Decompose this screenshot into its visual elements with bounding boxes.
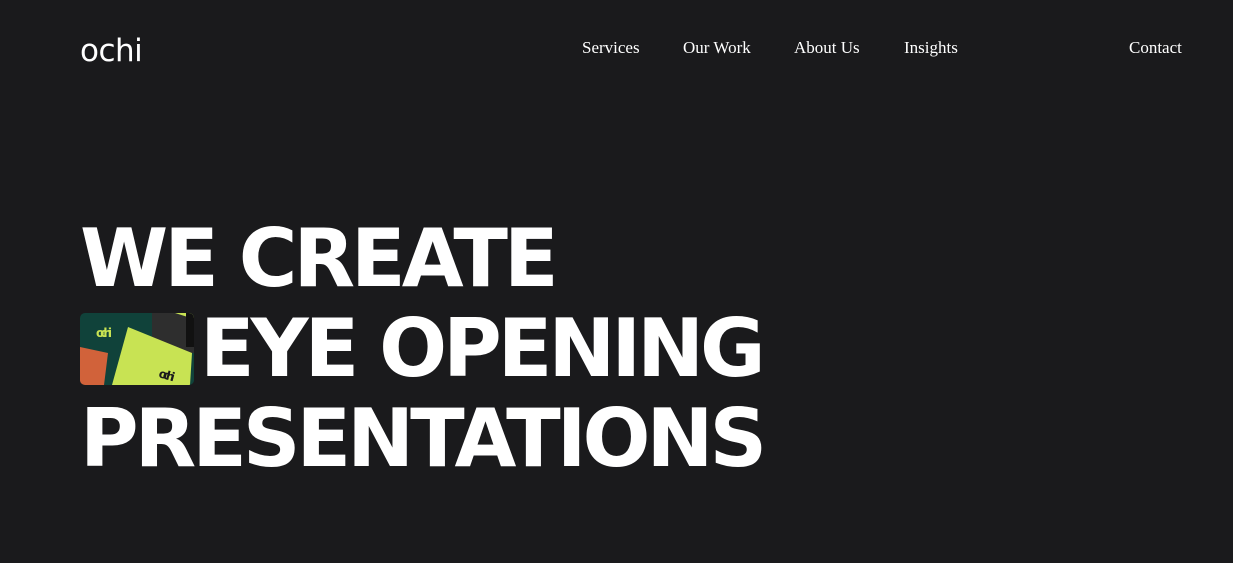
presentation-thumbnail-icon: ochi ochi xyxy=(80,313,194,385)
hero-line-1: WE CREATE xyxy=(80,212,559,305)
nav-item-about-us[interactable]: About Us xyxy=(794,37,860,59)
hero-heading: WE CREATE ochi ochi EYE OPENING PRESENTA… xyxy=(80,214,800,484)
hero-line-2: EYE OPENING xyxy=(200,302,766,395)
hero-line-3: PRESENTATIONS xyxy=(80,392,767,485)
main-navigation: Services Our Work About Us Insights Cont… xyxy=(0,37,1233,59)
nav-item-contact[interactable]: Contact xyxy=(1129,37,1182,59)
nav-item-our-work[interactable]: Our Work xyxy=(683,37,751,59)
nav-item-services[interactable]: Services xyxy=(582,37,640,59)
hero-line-2-row: ochi ochi EYE OPENING xyxy=(80,304,800,394)
nav-item-insights[interactable]: Insights xyxy=(904,37,958,59)
